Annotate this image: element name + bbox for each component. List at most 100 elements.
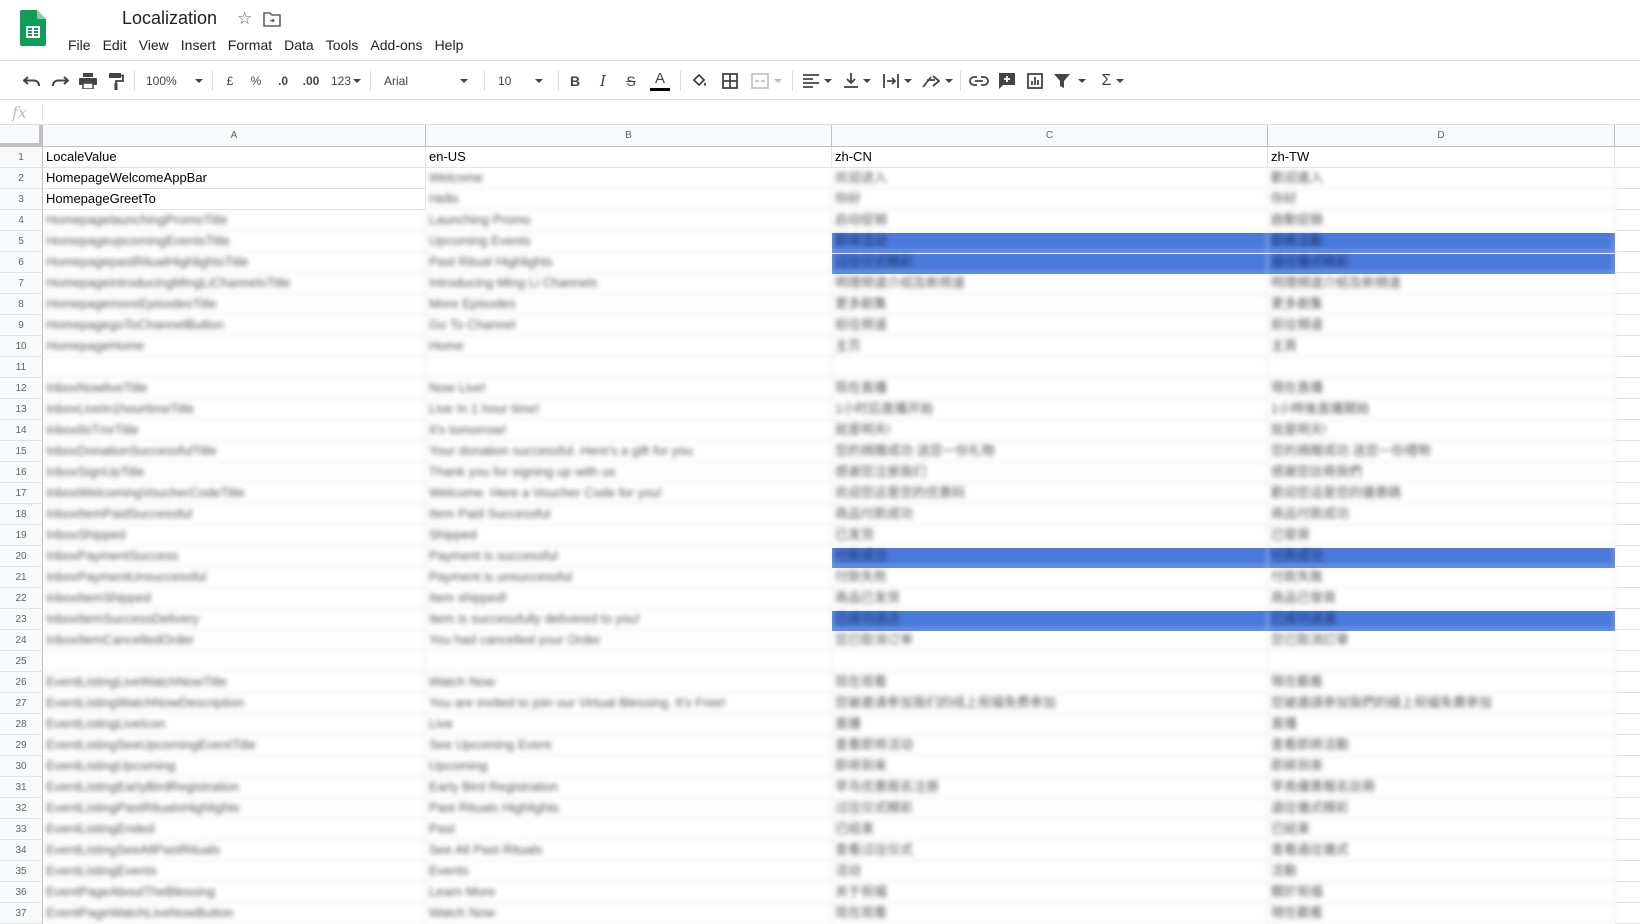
cell-d[interactable]: 你好 bbox=[1268, 189, 1615, 210]
cell-d[interactable]: 現在直播 bbox=[1268, 378, 1615, 399]
row-header[interactable]: 14 bbox=[0, 420, 43, 441]
zoom-select[interactable]: 100% bbox=[146, 69, 204, 93]
cell-d[interactable]: 您已取消訂單 bbox=[1268, 630, 1615, 651]
row-header[interactable]: 11 bbox=[0, 357, 43, 378]
cell-d[interactable]: 付款成功 bbox=[1268, 546, 1615, 567]
cell-e[interactable] bbox=[1615, 231, 1640, 252]
row-header[interactable]: 21 bbox=[0, 567, 43, 588]
cell-d[interactable]: 已結束 bbox=[1268, 819, 1615, 840]
cell-a[interactable] bbox=[43, 357, 426, 378]
cell-a[interactable]: InboxPaymentUnsuccessful bbox=[43, 567, 426, 588]
cell-a[interactable]: HomepagemoreEpisodesTitle bbox=[43, 294, 426, 315]
cell-a[interactable]: InboxWelcomingVoucherCodeTitle bbox=[43, 483, 426, 504]
cell-a[interactable]: InboxItemCancelledOrder bbox=[43, 630, 426, 651]
row-header[interactable]: 18 bbox=[0, 504, 43, 525]
cell-d[interactable]: 直播 bbox=[1268, 714, 1615, 735]
row-header[interactable]: 7 bbox=[0, 273, 43, 294]
text-wrapping-icon[interactable] bbox=[880, 69, 914, 93]
cell-a[interactable]: EventListingSeeAllPastRituals bbox=[43, 840, 426, 861]
cell-c[interactable]: 已发货 bbox=[832, 525, 1268, 546]
cell-e[interactable] bbox=[1615, 315, 1640, 336]
cell-a[interactable]: HomepagegoToChannelButton bbox=[43, 315, 426, 336]
font-size-select[interactable]: 10 bbox=[498, 69, 550, 93]
cell-e[interactable] bbox=[1615, 357, 1640, 378]
row-header[interactable]: 15 bbox=[0, 441, 43, 462]
cell-a[interactable]: HomepageupcomingEventsTitle bbox=[43, 231, 426, 252]
move-folder-icon[interactable] bbox=[263, 11, 281, 27]
menu-view[interactable]: View bbox=[133, 35, 175, 55]
cell-c[interactable]: 您的捐赠成功 送您一份礼物 bbox=[832, 441, 1268, 462]
cell-d[interactable]: 明理頻道介紹及新頻道 bbox=[1268, 273, 1615, 294]
undo-icon[interactable] bbox=[20, 69, 44, 93]
cell-d[interactable]: 付款失敗 bbox=[1268, 567, 1615, 588]
document-title[interactable]: Localization bbox=[122, 8, 217, 29]
cell-d[interactable]: 感謝您註冊我們 bbox=[1268, 462, 1615, 483]
cell-c[interactable]: 活动 bbox=[832, 861, 1268, 882]
row-header[interactable]: 26 bbox=[0, 672, 43, 693]
insert-comment-icon[interactable] bbox=[994, 69, 1020, 93]
cell-a[interactable]: InboxNowliveTitle bbox=[43, 378, 426, 399]
cell-d[interactable]: 查看即將活動 bbox=[1268, 735, 1615, 756]
row-header[interactable]: 12 bbox=[0, 378, 43, 399]
cell-b[interactable]: Item is successfully delivered to you! bbox=[426, 609, 832, 630]
menu-format[interactable]: Format bbox=[222, 35, 278, 55]
cell-a[interactable]: InboxDonationSuccessfulTitle bbox=[43, 441, 426, 462]
vertical-align-icon[interactable] bbox=[840, 69, 874, 93]
cell-a[interactable]: HomepageWelcomeAppBar bbox=[43, 168, 426, 189]
cell-a[interactable]: LocaleValue bbox=[43, 147, 426, 168]
cell-c[interactable]: 早鸟优惠报名注册 bbox=[832, 777, 1268, 798]
row-header[interactable]: 27 bbox=[0, 693, 43, 714]
cell-c[interactable]: 即将到来 bbox=[832, 756, 1268, 777]
borders-icon[interactable] bbox=[718, 69, 742, 93]
cell-d[interactable]: 前往頻道 bbox=[1268, 315, 1615, 336]
cell-c[interactable]: zh-CN bbox=[832, 147, 1268, 168]
cell-e[interactable] bbox=[1615, 714, 1640, 735]
row-header[interactable]: 8 bbox=[0, 294, 43, 315]
cell-c[interactable]: 欢迎您这是您的优惠码 bbox=[832, 483, 1268, 504]
cell-c[interactable]: 商品付款成功 bbox=[832, 504, 1268, 525]
cell-d[interactable]: 查看過往儀式 bbox=[1268, 840, 1615, 861]
cell-d[interactable]: 已發貨 bbox=[1268, 525, 1615, 546]
fill-color-icon[interactable] bbox=[688, 69, 712, 93]
cell-a[interactable]: InboxItsTmrTitle bbox=[43, 420, 426, 441]
cell-c[interactable]: 关于祝福 bbox=[832, 882, 1268, 903]
cell-b[interactable]: Live In 1 hour time! bbox=[426, 399, 832, 420]
cell-b[interactable]: Your donation successful. Here's a gift … bbox=[426, 441, 832, 462]
insert-chart-icon[interactable] bbox=[1022, 69, 1048, 93]
cell-e[interactable] bbox=[1615, 567, 1640, 588]
cell-c[interactable]: 过往仪式精彩 bbox=[832, 798, 1268, 819]
cell-c[interactable] bbox=[832, 651, 1268, 672]
cell-e[interactable] bbox=[1615, 819, 1640, 840]
cell-c[interactable]: 您已取消订单 bbox=[832, 630, 1268, 651]
cell-d[interactable]: 您被邀請參加我們的線上祝福免費參加 bbox=[1268, 693, 1615, 714]
cell-a[interactable]: HomepageHome bbox=[43, 336, 426, 357]
cell-d[interactable]: 已成功送達 bbox=[1268, 609, 1615, 630]
cell-b[interactable]: See Upcoming Event bbox=[426, 735, 832, 756]
bold-button[interactable]: B bbox=[564, 69, 586, 93]
cell-e[interactable] bbox=[1615, 798, 1640, 819]
cell-b[interactable]: Go To Channel bbox=[426, 315, 832, 336]
print-icon[interactable] bbox=[76, 69, 100, 93]
cell-e[interactable] bbox=[1615, 462, 1640, 483]
cell-b[interactable]: Home bbox=[426, 336, 832, 357]
cell-d[interactable]: 主頁 bbox=[1268, 336, 1615, 357]
menu-edit[interactable]: Edit bbox=[97, 35, 133, 55]
cell-c[interactable]: 商品已发货 bbox=[832, 588, 1268, 609]
row-header[interactable]: 25 bbox=[0, 651, 43, 672]
cell-a[interactable]: EventListingEarlyBirdRegistration bbox=[43, 777, 426, 798]
cell-b[interactable]: See All Past Rituals bbox=[426, 840, 832, 861]
cell-e[interactable] bbox=[1615, 252, 1640, 273]
cell-a[interactable]: EventListingLiveIcon bbox=[43, 714, 426, 735]
cell-b[interactable]: It's tomorrow! bbox=[426, 420, 832, 441]
cell-b[interactable]: Upcoming bbox=[426, 756, 832, 777]
cell-b[interactable]: More Episodes bbox=[426, 294, 832, 315]
cell-e[interactable] bbox=[1615, 525, 1640, 546]
filter-icon[interactable] bbox=[1050, 69, 1090, 93]
row-header[interactable]: 9 bbox=[0, 315, 43, 336]
cell-c[interactable]: 就是明天! bbox=[832, 420, 1268, 441]
cell-d[interactable]: 早鳥優惠報名註冊 bbox=[1268, 777, 1615, 798]
row-header[interactable]: 23 bbox=[0, 609, 43, 630]
cell-e[interactable] bbox=[1615, 210, 1640, 231]
column-header-d[interactable]: D bbox=[1268, 125, 1615, 147]
cell-d[interactable] bbox=[1268, 651, 1615, 672]
